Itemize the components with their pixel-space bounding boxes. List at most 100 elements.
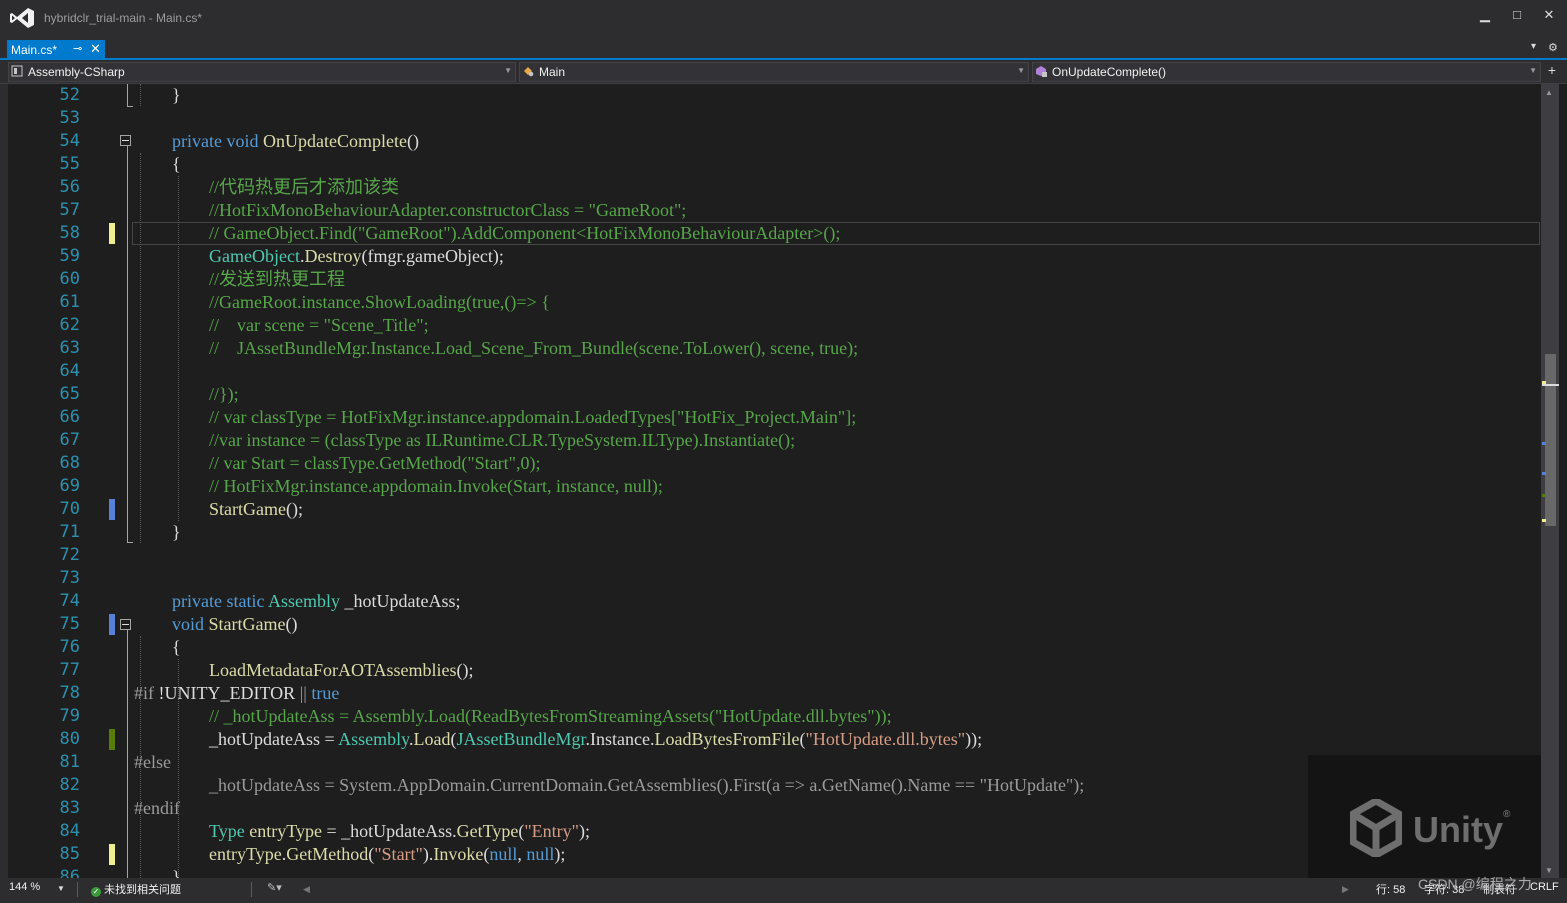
zoom-level[interactable]: 144 % — [9, 881, 40, 893]
code-line[interactable]: 57 //HotFixMonoBehaviourAdapter.construc… — [8, 199, 1541, 222]
line-number: 60 — [59, 269, 80, 289]
code-line[interactable]: 74 private static Assembly _hotUpdateAss… — [8, 590, 1541, 613]
line-number: 56 — [59, 177, 80, 197]
change-marker — [1542, 472, 1546, 475]
code-line[interactable]: 67 //var instance = (classType as ILRunt… — [8, 429, 1541, 452]
code-text: } — [172, 522, 181, 542]
code-line[interactable]: 62 // var scene = "Scene_Title"; — [8, 314, 1541, 337]
close-window-button[interactable]: ✕ — [1539, 6, 1559, 24]
caret-position-marker — [1542, 384, 1559, 386]
code-text: #else — [134, 752, 171, 772]
scroll-left-icon[interactable]: ◀ — [303, 884, 310, 895]
method-icon — [1036, 66, 1047, 77]
line-number: 72 — [59, 545, 80, 565]
status-separator — [251, 882, 252, 897]
code-line[interactable]: 55 { — [8, 153, 1541, 176]
change-marker — [1542, 381, 1546, 384]
chevron-down-icon: ▼ — [504, 66, 512, 75]
code-text: //发送到热更工程 — [209, 269, 346, 289]
line-number: 76 — [59, 637, 80, 657]
code-line[interactable]: 71 } — [8, 521, 1541, 544]
saved-change-marker — [109, 614, 115, 635]
zoom-dropdown-icon[interactable]: ▼ — [57, 884, 65, 893]
code-line[interactable]: 64 — [8, 360, 1541, 383]
brush-icon[interactable]: ✎▾ — [267, 881, 282, 894]
line-number: 58 — [59, 223, 80, 243]
line-number: 79 — [59, 706, 80, 726]
member-dropdown[interactable]: OnUpdateComplete() ▼ — [1032, 62, 1541, 82]
member-name: OnUpdateComplete() — [1052, 65, 1167, 79]
unity-watermark: Unity® — [1308, 755, 1541, 878]
unity-wordmark: Unity® — [1413, 809, 1511, 850]
tab-dropdown-icon[interactable]: ▾ — [1531, 41, 1536, 52]
code-line[interactable]: 52 } — [8, 84, 1541, 107]
scroll-right-icon[interactable]: ▶ — [1342, 884, 1349, 895]
line-number: 63 — [59, 338, 80, 358]
line-number: 71 — [59, 522, 80, 542]
scroll-down-icon[interactable]: ▼ — [1545, 866, 1553, 875]
code-line[interactable]: 70 StartGame(); — [8, 498, 1541, 521]
code-line[interactable]: 80 _hotUpdateAss = Assembly.Load(JAssetB… — [8, 728, 1541, 751]
code-line[interactable]: 77 LoadMetadataForAOTAssemblies(); — [8, 659, 1541, 682]
settings-icon[interactable]: ⚙ — [1548, 41, 1558, 54]
code-line[interactable]: 78 #if !UNITY_EDITOR || true — [8, 682, 1541, 705]
status-bar: 144 % ▼ ✓ 未找到相关问题 ✎▾ ◀ ▶ 行: 58 字符: 38 制表符… — [0, 878, 1567, 903]
maximize-button[interactable]: □ — [1507, 6, 1527, 24]
code-text: //代码热更后才添加该类 — [209, 177, 400, 197]
line-number: 77 — [59, 660, 80, 680]
code-line[interactable]: 58 // GameObject.Find("GameRoot").AddCom… — [8, 222, 1541, 245]
line-number: 59 — [59, 246, 80, 266]
code-line[interactable]: 65 //}); — [8, 383, 1541, 406]
code-text: { — [172, 154, 181, 174]
code-text: _hotUpdateAss = Assembly.Load(JAssetBund… — [209, 729, 983, 749]
code-line[interactable]: 66 // var classType = HotFixMgr.instance… — [8, 406, 1541, 429]
scroll-up-icon[interactable]: ▲ — [1545, 88, 1553, 97]
line-indicator: 行: 58 — [1376, 884, 1406, 896]
line-number: 67 — [59, 430, 80, 450]
class-dropdown[interactable]: Main ▼ — [519, 62, 1029, 82]
minimize-button[interactable]: ▁ — [1475, 6, 1495, 24]
line-number: 65 — [59, 384, 80, 404]
line-number: 53 — [59, 108, 80, 128]
code-text: #endif — [134, 798, 180, 818]
csdn-watermark: CSDN @编程之力 — [1418, 876, 1532, 892]
scrollbar-thumb[interactable] — [1545, 354, 1556, 526]
code-text: // _hotUpdateAss = Assembly.Load(ReadByt… — [209, 706, 892, 726]
code-line[interactable]: 53 — [8, 107, 1541, 130]
saved-change-marker — [109, 499, 115, 520]
class-icon — [524, 67, 534, 77]
code-text: _hotUpdateAss = System.AppDomain.Current… — [209, 775, 1085, 795]
unsaved-change-marker — [109, 844, 115, 865]
code-line[interactable]: 68 // var Start = classType.GetMethod("S… — [8, 452, 1541, 475]
vertical-scrollbar[interactable]: ▲ ▼ — [1541, 84, 1559, 878]
code-line[interactable]: 73 — [8, 567, 1541, 590]
code-line[interactable]: 60 //发送到热更工程 — [8, 268, 1541, 291]
issues-indicator[interactable]: ✓ 未找到相关问题 — [91, 881, 181, 897]
code-line[interactable]: 56 //代码热更后才添加该类 — [8, 176, 1541, 199]
window-title: hybridclr_trial-main - Main.cs* — [44, 11, 203, 25]
split-editor-button[interactable]: + — [1543, 62, 1561, 80]
code-line[interactable]: 72 — [8, 544, 1541, 567]
line-ending[interactable]: CRLF — [1530, 881, 1559, 893]
tab-main-cs[interactable]: Main.cs* ⊸ ✕ — [7, 40, 105, 60]
change-marker — [1542, 442, 1546, 445]
code-text: #if !UNITY_EDITOR || true — [134, 683, 340, 703]
code-text: } — [172, 85, 181, 105]
document-tab-strip: Main.cs* ⊸ ✕ ▾ ⚙ — [0, 38, 1567, 60]
code-text: private void OnUpdateComplete() — [172, 131, 419, 151]
code-line[interactable]: 76 { — [8, 636, 1541, 659]
code-line[interactable]: 54 private void OnUpdateComplete() — [8, 130, 1541, 153]
saved-change-marker — [109, 729, 115, 750]
code-line[interactable]: 79 // _hotUpdateAss = Assembly.Load(Read… — [8, 705, 1541, 728]
code-text: LoadMetadataForAOTAssemblies(); — [209, 660, 474, 680]
code-text: private static Assembly _hotUpdateAss; — [172, 591, 461, 611]
code-line[interactable]: 75 void StartGame() — [8, 613, 1541, 636]
editor-margin — [0, 84, 8, 878]
pin-icon[interactable]: ⊸ — [73, 42, 82, 55]
code-line[interactable]: 59 GameObject.Destroy(fmgr.gameObject); — [8, 245, 1541, 268]
close-tab-icon[interactable]: ✕ — [90, 41, 101, 57]
code-line[interactable]: 69 // HotFixMgr.instance.appdomain.Invok… — [8, 475, 1541, 498]
code-line[interactable]: 61 //GameRoot.instance.ShowLoading(true,… — [8, 291, 1541, 314]
project-dropdown[interactable]: Assembly-CSharp ▼ — [8, 62, 516, 82]
code-line[interactable]: 63 // JAssetBundleMgr.Instance.Load_Scen… — [8, 337, 1541, 360]
